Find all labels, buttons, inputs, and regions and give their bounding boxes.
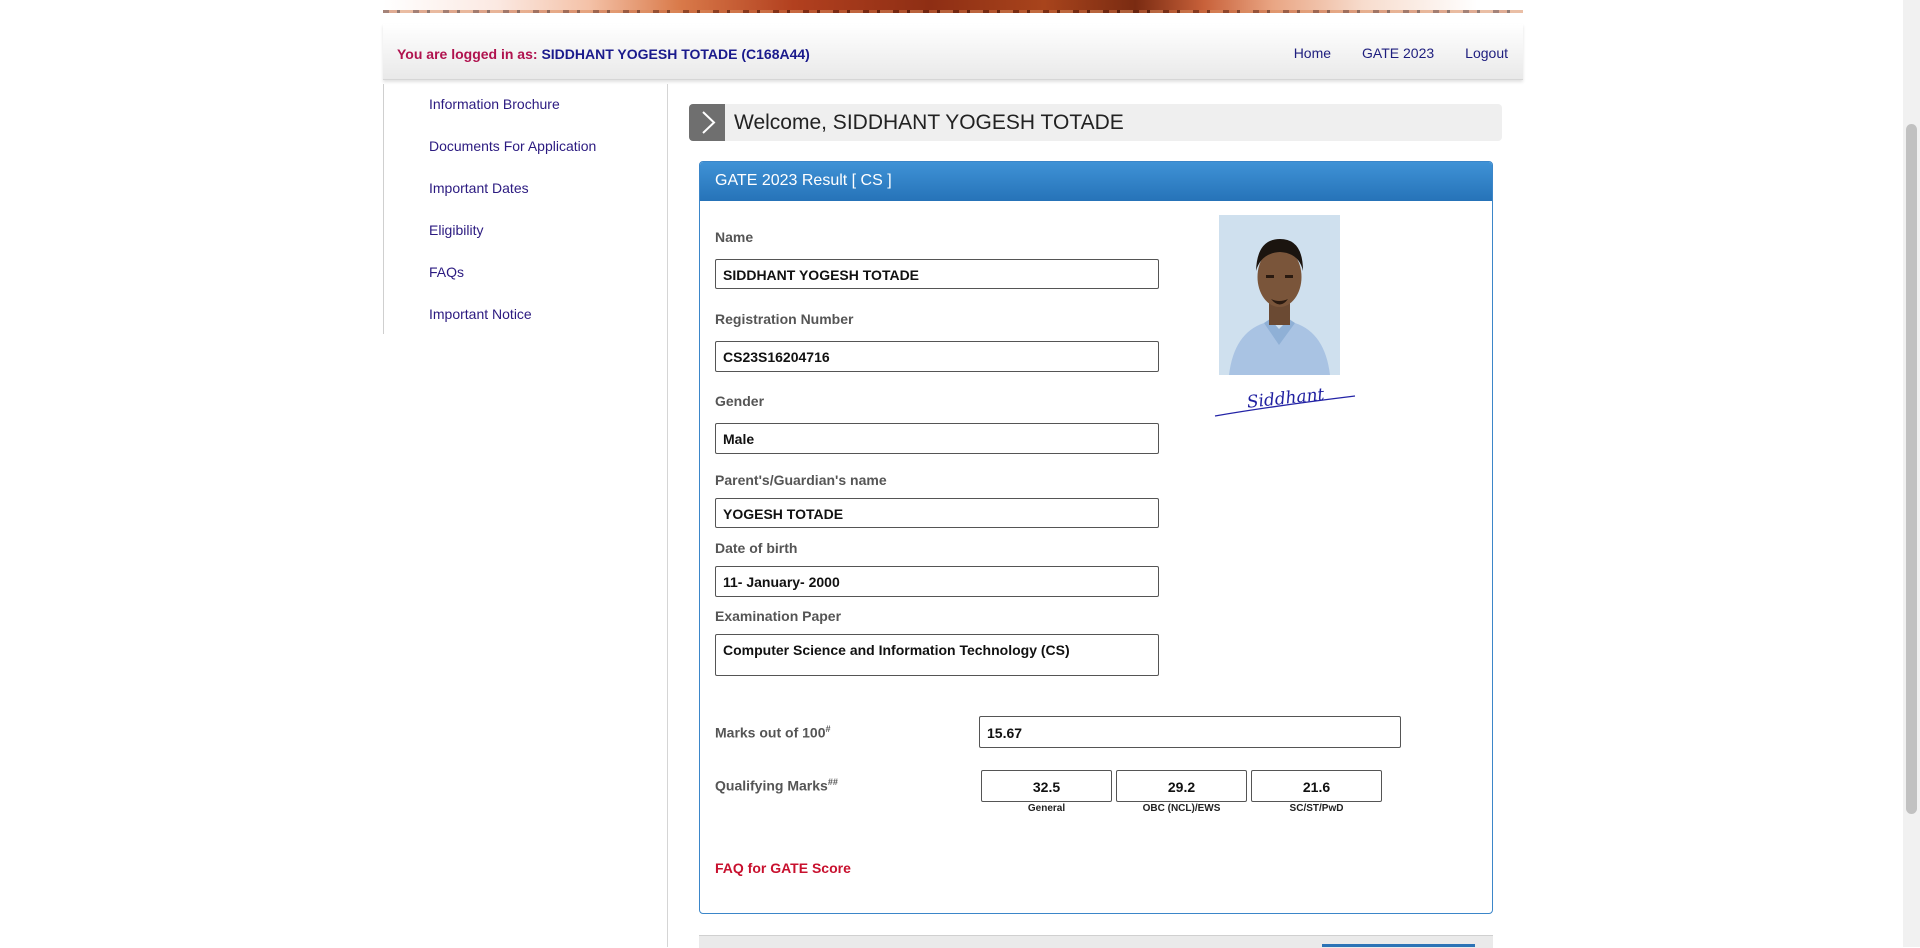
parent-label: Parent's/Guardian's name: [715, 472, 887, 488]
qualifying-label-text: Qualifying Marks: [715, 777, 828, 794]
faq-gate-score-link[interactable]: FAQ for GATE Score: [715, 860, 851, 876]
qualifying-general: 32.5: [981, 770, 1112, 802]
qualifying-sc-st: 21.6: [1251, 770, 1382, 802]
gender-label: Gender: [715, 393, 765, 409]
signature-text: Siddhant: [1246, 385, 1326, 413]
signature-image: Siddhant: [1213, 376, 1358, 421]
sidebar-item-important-dates[interactable]: Important Dates: [429, 180, 529, 196]
name-field: SIDDHANT YOGESH TOTADE: [715, 259, 1159, 289]
parent-field: YOGESH TOTADE: [715, 498, 1159, 528]
qualifying-label: Qualifying Marks##: [715, 777, 838, 794]
paper-label: Examination Paper: [715, 608, 842, 624]
sidebar-item-eligibility[interactable]: Eligibility: [429, 222, 483, 238]
nav-logout[interactable]: Logout: [1465, 45, 1508, 61]
scrollbar[interactable]: [1903, 0, 1920, 947]
qualifying-obc: 29.2: [1116, 770, 1247, 802]
dob-field: 11- January- 2000: [715, 566, 1159, 597]
sidebar-item-faqs[interactable]: FAQs: [429, 264, 464, 280]
marks-label-footnote: #: [825, 724, 831, 734]
dob-label: Date of birth: [715, 540, 798, 556]
nav-gate-2023[interactable]: GATE 2023: [1362, 45, 1434, 61]
top-banner: [383, 0, 1523, 13]
nav-home[interactable]: Home: [1294, 45, 1331, 61]
sidebar-item-documents[interactable]: Documents For Application: [429, 138, 596, 154]
top-nav: Home GATE 2023 Logout: [1294, 45, 1508, 61]
registration-label: Registration Number: [715, 311, 854, 327]
sidebar-item-important-notice[interactable]: Important Notice: [429, 306, 532, 322]
name-label: Name: [715, 229, 754, 245]
welcome-bar: Welcome, SIDDHANT YOGESH TOTADE: [689, 104, 1502, 141]
result-panel: GATE 2023 Result [ CS ] Name SIDDHANT YO…: [699, 161, 1493, 914]
logged-in-status: You are logged in as: SIDDHANT YOGESH TO…: [397, 46, 810, 62]
welcome-title: Welcome, SIDDHANT YOGESH TOTADE: [734, 111, 1124, 134]
candidate-photo: [1219, 215, 1340, 375]
paper-field: Computer Science and Information Technol…: [715, 634, 1159, 676]
qualifying-general-caption: General: [1027, 803, 1066, 814]
logged-in-bar: You are logged in as: SIDDHANT YOGESH TO…: [383, 24, 1523, 80]
qualifying-label-footnote: ##: [827, 777, 838, 787]
sidebar: Information Brochure Documents For Appli…: [383, 84, 669, 334]
marks-field: 15.67: [979, 716, 1401, 748]
result-panel-header: GATE 2023 Result [ CS ]: [700, 162, 1492, 201]
logged-in-user: SIDDHANT YOGESH TOTADE (C168A44): [541, 46, 810, 62]
qualifying-obc-caption: OBC (NCL)/EWS: [1142, 803, 1221, 814]
marks-label: Marks out of 100#: [715, 724, 831, 741]
registration-field: CS23S16204716: [715, 341, 1159, 372]
gender-field: Male: [715, 423, 1159, 454]
scrollbar-thumb[interactable]: [1906, 124, 1917, 814]
sidebar-divider: [667, 84, 668, 947]
logged-in-prefix: You are logged in as:: [397, 46, 542, 62]
chevron-right-icon: [689, 104, 725, 141]
result-title: GATE 2023 Result [ CS ]: [715, 172, 892, 189]
marks-label-text: Marks out of 100: [715, 724, 826, 741]
sidebar-item-information-brochure[interactable]: Information Brochure: [429, 96, 560, 112]
qualifying-sc-st-caption: SC/ST/PwD: [1289, 803, 1344, 814]
